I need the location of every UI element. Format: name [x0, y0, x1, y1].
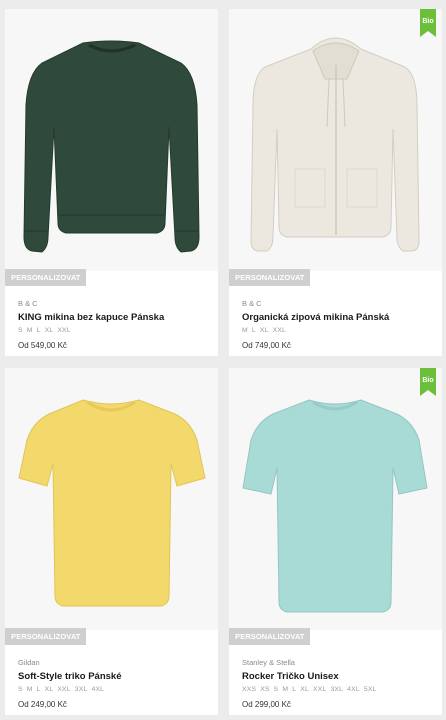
product-card[interactable]: PERSONALIZOVAT Gildan Soft-Style triko P… [5, 368, 218, 715]
size-option: XXL [312, 686, 327, 693]
size-option: XL [300, 686, 309, 693]
size-option: XXS [242, 686, 257, 693]
sweatshirt-image [23, 40, 200, 253]
product-sizes: XXS XS S M L XL XXL 3XL 4XL 5XL [242, 685, 434, 694]
tshirt-image [242, 399, 428, 613]
product-sizes: S M L XL XXL [18, 326, 210, 335]
size-option: 3XL [74, 686, 88, 693]
size-option: M [26, 686, 33, 693]
product-info: B & C KING mikina bez kapuce Pánska SMLX… [18, 299, 210, 351]
product-card[interactable]: Bio PERSONALIZOVAT B & C Organická zipov… [229, 9, 442, 356]
size-option: 4XL [347, 686, 360, 693]
product-price: Od 249,00 Kč [18, 700, 67, 709]
product-brand: B & C [18, 299, 38, 308]
product-card[interactable]: PERSONALIZOVAT B & C KING mikina bez kap… [5, 9, 218, 356]
product-brand: Stanley & Stella [242, 658, 295, 667]
personalize-button[interactable]: PERSONALIZOVAT [5, 628, 87, 645]
product-image[interactable] [229, 368, 442, 630]
bio-badge-icon: Bio [420, 368, 436, 396]
product-image[interactable] [229, 9, 442, 271]
product-price: Od 549,00 Kč [18, 341, 67, 350]
size-option: 5XL [363, 686, 377, 693]
product-sizes: M L XL XXL [242, 326, 434, 335]
size-option: M [242, 327, 248, 334]
product-card[interactable]: Bio PERSONALIZOVAT Stanley & Stella Rock… [229, 368, 442, 715]
size-option: XL [44, 327, 54, 334]
size-option: XL [44, 686, 54, 693]
product-info: B & C Organická zipová mikina Pánská MLX… [242, 299, 434, 351]
product-info: Gildan Soft-Style triko Pánské S M L XL XXL 3… [18, 658, 210, 710]
product-title[interactable]: Rocker Tričko Unisex [242, 671, 434, 683]
size-option: S [18, 686, 23, 693]
size-option: XS [260, 686, 270, 693]
size-option: M [26, 327, 33, 334]
size-option: L [251, 327, 256, 334]
personalize-button[interactable]: PERSONALIZOVAT [229, 269, 311, 286]
product-sizes: S M L XL XXL 3XL 4XL [18, 685, 210, 694]
size-option: XXL [57, 327, 71, 334]
product-brand: Gildan [18, 658, 40, 667]
personalize-button[interactable]: PERSONALIZOVAT [5, 269, 87, 286]
size-option: M [282, 686, 289, 693]
product-price: Od 299,00 Kč [242, 700, 291, 709]
size-option: S [273, 686, 279, 693]
hoodie-image [250, 37, 420, 252]
product-title[interactable]: Organická zipová mikina Pánská [242, 312, 434, 324]
size-option: L [36, 327, 41, 334]
size-option: XL [259, 327, 269, 334]
size-option: S [18, 327, 23, 334]
product-image[interactable] [5, 9, 218, 271]
personalize-button[interactable]: PERSONALIZOVAT [229, 628, 311, 645]
bio-badge-icon: Bio [420, 9, 436, 37]
product-title[interactable]: Soft-Style triko Pánské [18, 671, 210, 683]
tshirt-image [18, 399, 206, 607]
bio-badge-label: Bio [422, 18, 433, 25]
product-title[interactable]: KING mikina bez kapuce Pánska [18, 312, 210, 324]
product-grid: PERSONALIZOVAT B & C KING mikina bez kap… [0, 0, 446, 720]
bio-badge-label: Bio [422, 377, 433, 384]
product-brand: B & C [242, 299, 262, 308]
size-option: XXL [272, 327, 287, 334]
product-price: Od 749,00 Kč [242, 341, 291, 350]
size-option: XXL [57, 686, 71, 693]
size-option: 3XL [330, 686, 344, 693]
size-option: L [292, 686, 297, 693]
size-option: 4XL [91, 686, 105, 693]
product-image[interactable] [5, 368, 218, 630]
size-option: L [36, 686, 41, 693]
product-info: Stanley & Stella Rocker Tričko Unisex XX… [242, 658, 434, 710]
